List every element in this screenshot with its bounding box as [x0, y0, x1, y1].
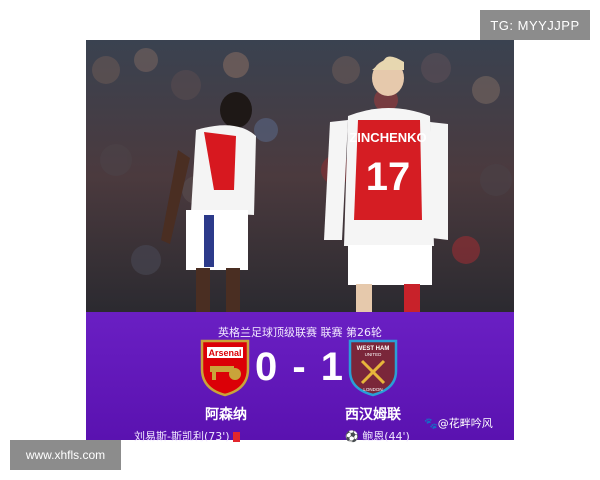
home-team-name: 阿森纳: [205, 407, 247, 423]
scoreboard-panel: 英格兰足球顶级联赛 联赛 第26轮 Arsenal 0 - 1 WEST HAM…: [86, 312, 514, 443]
svg-text:LONDON: LONDON: [363, 387, 382, 392]
westham-badge-icon: WEST HAM UNITED LONDON: [348, 339, 398, 397]
match-score: 0 - 1: [254, 345, 346, 389]
red-card-icon: [232, 432, 240, 442]
paw-icon: 🐾: [424, 417, 438, 430]
shirt-number: 17: [366, 155, 411, 199]
arsenal-badge-icon: Arsenal: [200, 339, 250, 397]
svg-text:UNITED: UNITED: [365, 352, 383, 357]
svg-text:Arsenal: Arsenal: [208, 348, 241, 358]
match-photo: ZINCHENKO 17: [86, 40, 514, 312]
soccer-ball-icon: ⚽: [345, 430, 359, 443]
shirt-name: ZINCHENKO: [349, 130, 426, 145]
away-team-name: 西汉姆联: [345, 407, 401, 423]
away-scorer: ⚽ 鲍恩(44'): [345, 430, 410, 443]
author-credit: 🐾@花畔吟风: [424, 417, 493, 430]
watermark-top: TG: MYYJJPP: [480, 10, 590, 40]
watermark-bottom: www.xhfls.com: [10, 440, 121, 470]
competition-label: 英格兰足球顶级联赛 联赛 第26轮: [218, 326, 382, 339]
home-scorer: 刘易斯-斯凯利(73'): [134, 428, 240, 444]
